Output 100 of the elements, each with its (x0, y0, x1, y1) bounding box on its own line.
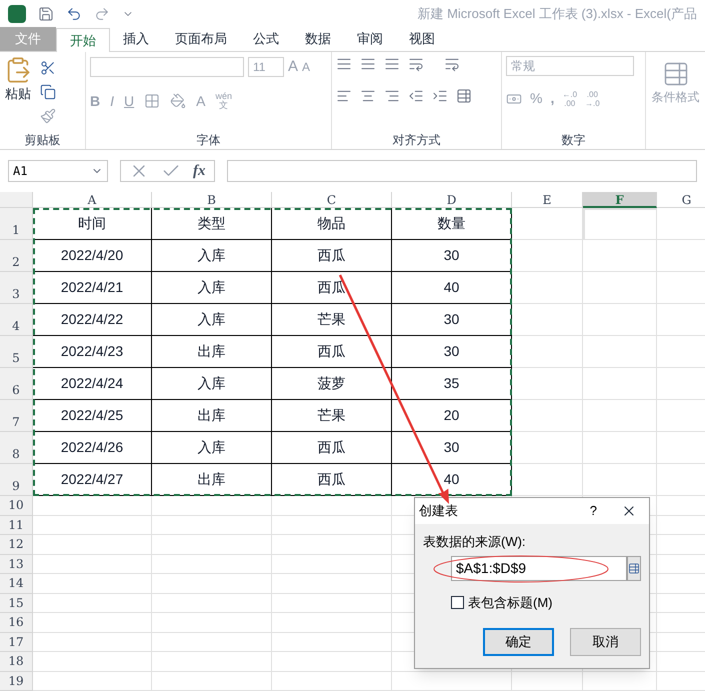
row-header[interactable]: 10 (0, 496, 33, 516)
table-cell: 40 (392, 272, 512, 304)
checkbox[interactable] (451, 596, 464, 609)
table-cell: 入库 (152, 304, 272, 336)
source-range-field[interactable]: $A$1:$D$9 (451, 556, 627, 580)
window-title: 新建 Microsoft Excel 工作表 (3).xlsx - Excel(产品 (417, 5, 697, 24)
group-label: 字体 (196, 132, 222, 149)
name-box[interactable]: A1 (8, 160, 108, 182)
dialog-button[interactable]: 取消 (570, 628, 641, 656)
ribbon-tab[interactable]: 审阅 (344, 27, 396, 51)
borders-icon[interactable] (144, 93, 160, 109)
empty-cell (512, 368, 583, 400)
empty-cell (512, 400, 583, 432)
row-header[interactable]: 2 (0, 240, 33, 272)
row-header[interactable]: 5 (0, 336, 33, 368)
redo-icon[interactable] (94, 6, 110, 22)
ribbon-tab[interactable]: 公式 (240, 27, 292, 51)
row-header[interactable]: 3 (0, 272, 33, 304)
row-header[interactable]: 18 (0, 652, 33, 672)
empty-cell (512, 272, 583, 304)
indent-decrease-icon[interactable] (408, 88, 424, 104)
source-label: 表数据的来源(W): (423, 533, 527, 551)
column-header[interactable]: G (657, 192, 705, 208)
table-cell: 入库 (152, 272, 272, 304)
row-header[interactable]: 8 (0, 432, 33, 464)
ribbon-tab[interactable]: 开始 (56, 28, 110, 52)
table-cell: 2022/4/24 (33, 368, 152, 400)
table-cell: 30 (392, 240, 512, 272)
empty-cell (512, 464, 583, 496)
ribbon-tab[interactable]: 视图 (396, 27, 448, 51)
empty-cell (512, 240, 583, 272)
row-header[interactable]: 1 (0, 208, 33, 240)
table-cell: 时间 (33, 208, 152, 240)
fill-color-icon[interactable] (170, 93, 186, 109)
table-cell: 入库 (152, 368, 272, 400)
table-cell: 30 (392, 336, 512, 368)
save-icon[interactable] (38, 6, 54, 22)
font-name-field[interactable] (90, 57, 244, 78)
row-header[interactable]: 12 (0, 535, 33, 554)
group-label: 数字 (560, 132, 586, 149)
copy-icon[interactable] (40, 84, 56, 100)
dialog-title: 创建表 (419, 502, 458, 520)
table-cell: 芒果 (272, 400, 392, 432)
column-header[interactable]: B (152, 192, 272, 208)
row-header[interactable]: 13 (0, 554, 33, 574)
paste-button[interactable]: 粘贴 (4, 56, 32, 124)
row-header[interactable]: 9 (0, 464, 33, 496)
group-label: 剪贴板 (24, 132, 62, 149)
collapse-dialog-icon[interactable] (627, 556, 641, 580)
align-left-icon[interactable] (336, 88, 352, 104)
table-cell: 数量 (392, 208, 512, 240)
group-label: 对齐方式 (392, 132, 442, 149)
undo-icon[interactable] (66, 6, 82, 22)
table-cell: 类型 (152, 208, 272, 240)
align-center-icon[interactable] (360, 88, 376, 104)
table-cell: 入库 (152, 240, 272, 272)
row-header[interactable]: 14 (0, 574, 33, 594)
table-cell: 30 (392, 304, 512, 336)
indent-increase-icon[interactable] (432, 88, 448, 104)
empty-cell (512, 672, 583, 691)
column-header[interactable]: F (583, 192, 657, 208)
empty-cell (512, 432, 583, 464)
column-header[interactable]: C (272, 192, 392, 208)
row-header[interactable]: 11 (0, 516, 33, 535)
row-header[interactable]: 19 (0, 672, 33, 691)
spreadsheet-logo-icon (8, 5, 26, 23)
column-header[interactable]: A (33, 192, 152, 208)
ribbon-tab[interactable]: 数据 (292, 27, 344, 51)
dialog-button[interactable]: 确定 (483, 628, 554, 656)
row-header[interactable]: 4 (0, 304, 33, 336)
row-header[interactable]: 17 (0, 632, 33, 652)
insert-function-button[interactable]: fx (193, 160, 206, 182)
table-cell: 出库 (152, 464, 272, 496)
row-header[interactable]: 7 (0, 400, 33, 432)
table-cell: 西瓜 (272, 432, 392, 464)
column-header[interactable]: E (512, 192, 583, 208)
table-cell: 2022/4/21 (33, 272, 152, 304)
table-cell: 出库 (152, 400, 272, 432)
formula-field[interactable] (226, 160, 697, 182)
empty-cell (512, 336, 583, 368)
ribbon-tab[interactable]: 页面布局 (162, 27, 240, 51)
checkbox-label[interactable]: 表包含标题(M) (468, 592, 552, 612)
row-header[interactable]: 6 (0, 368, 33, 400)
table-cell: 2022/4/23 (33, 336, 152, 368)
align-right-icon[interactable] (384, 88, 400, 104)
ribbon-tab[interactable]: 插入 (110, 27, 162, 51)
table-cell: 2022/4/22 (33, 304, 152, 336)
empty-cell (512, 304, 583, 336)
help-button[interactable]: ? (590, 501, 597, 521)
merge-cells-icon[interactable] (456, 88, 472, 104)
wrap-text-icon[interactable] (444, 56, 460, 72)
table-cell: 出库 (152, 336, 272, 368)
empty-cell (512, 208, 583, 240)
row-header[interactable]: 15 (0, 594, 33, 613)
column-header[interactable]: D (392, 192, 512, 208)
cut-icon[interactable] (40, 60, 56, 76)
format-painter-icon[interactable] (40, 108, 56, 124)
table-cell: 物品 (272, 208, 392, 240)
table-cell: 2022/4/25 (33, 400, 152, 432)
row-header[interactable]: 16 (0, 613, 33, 632)
